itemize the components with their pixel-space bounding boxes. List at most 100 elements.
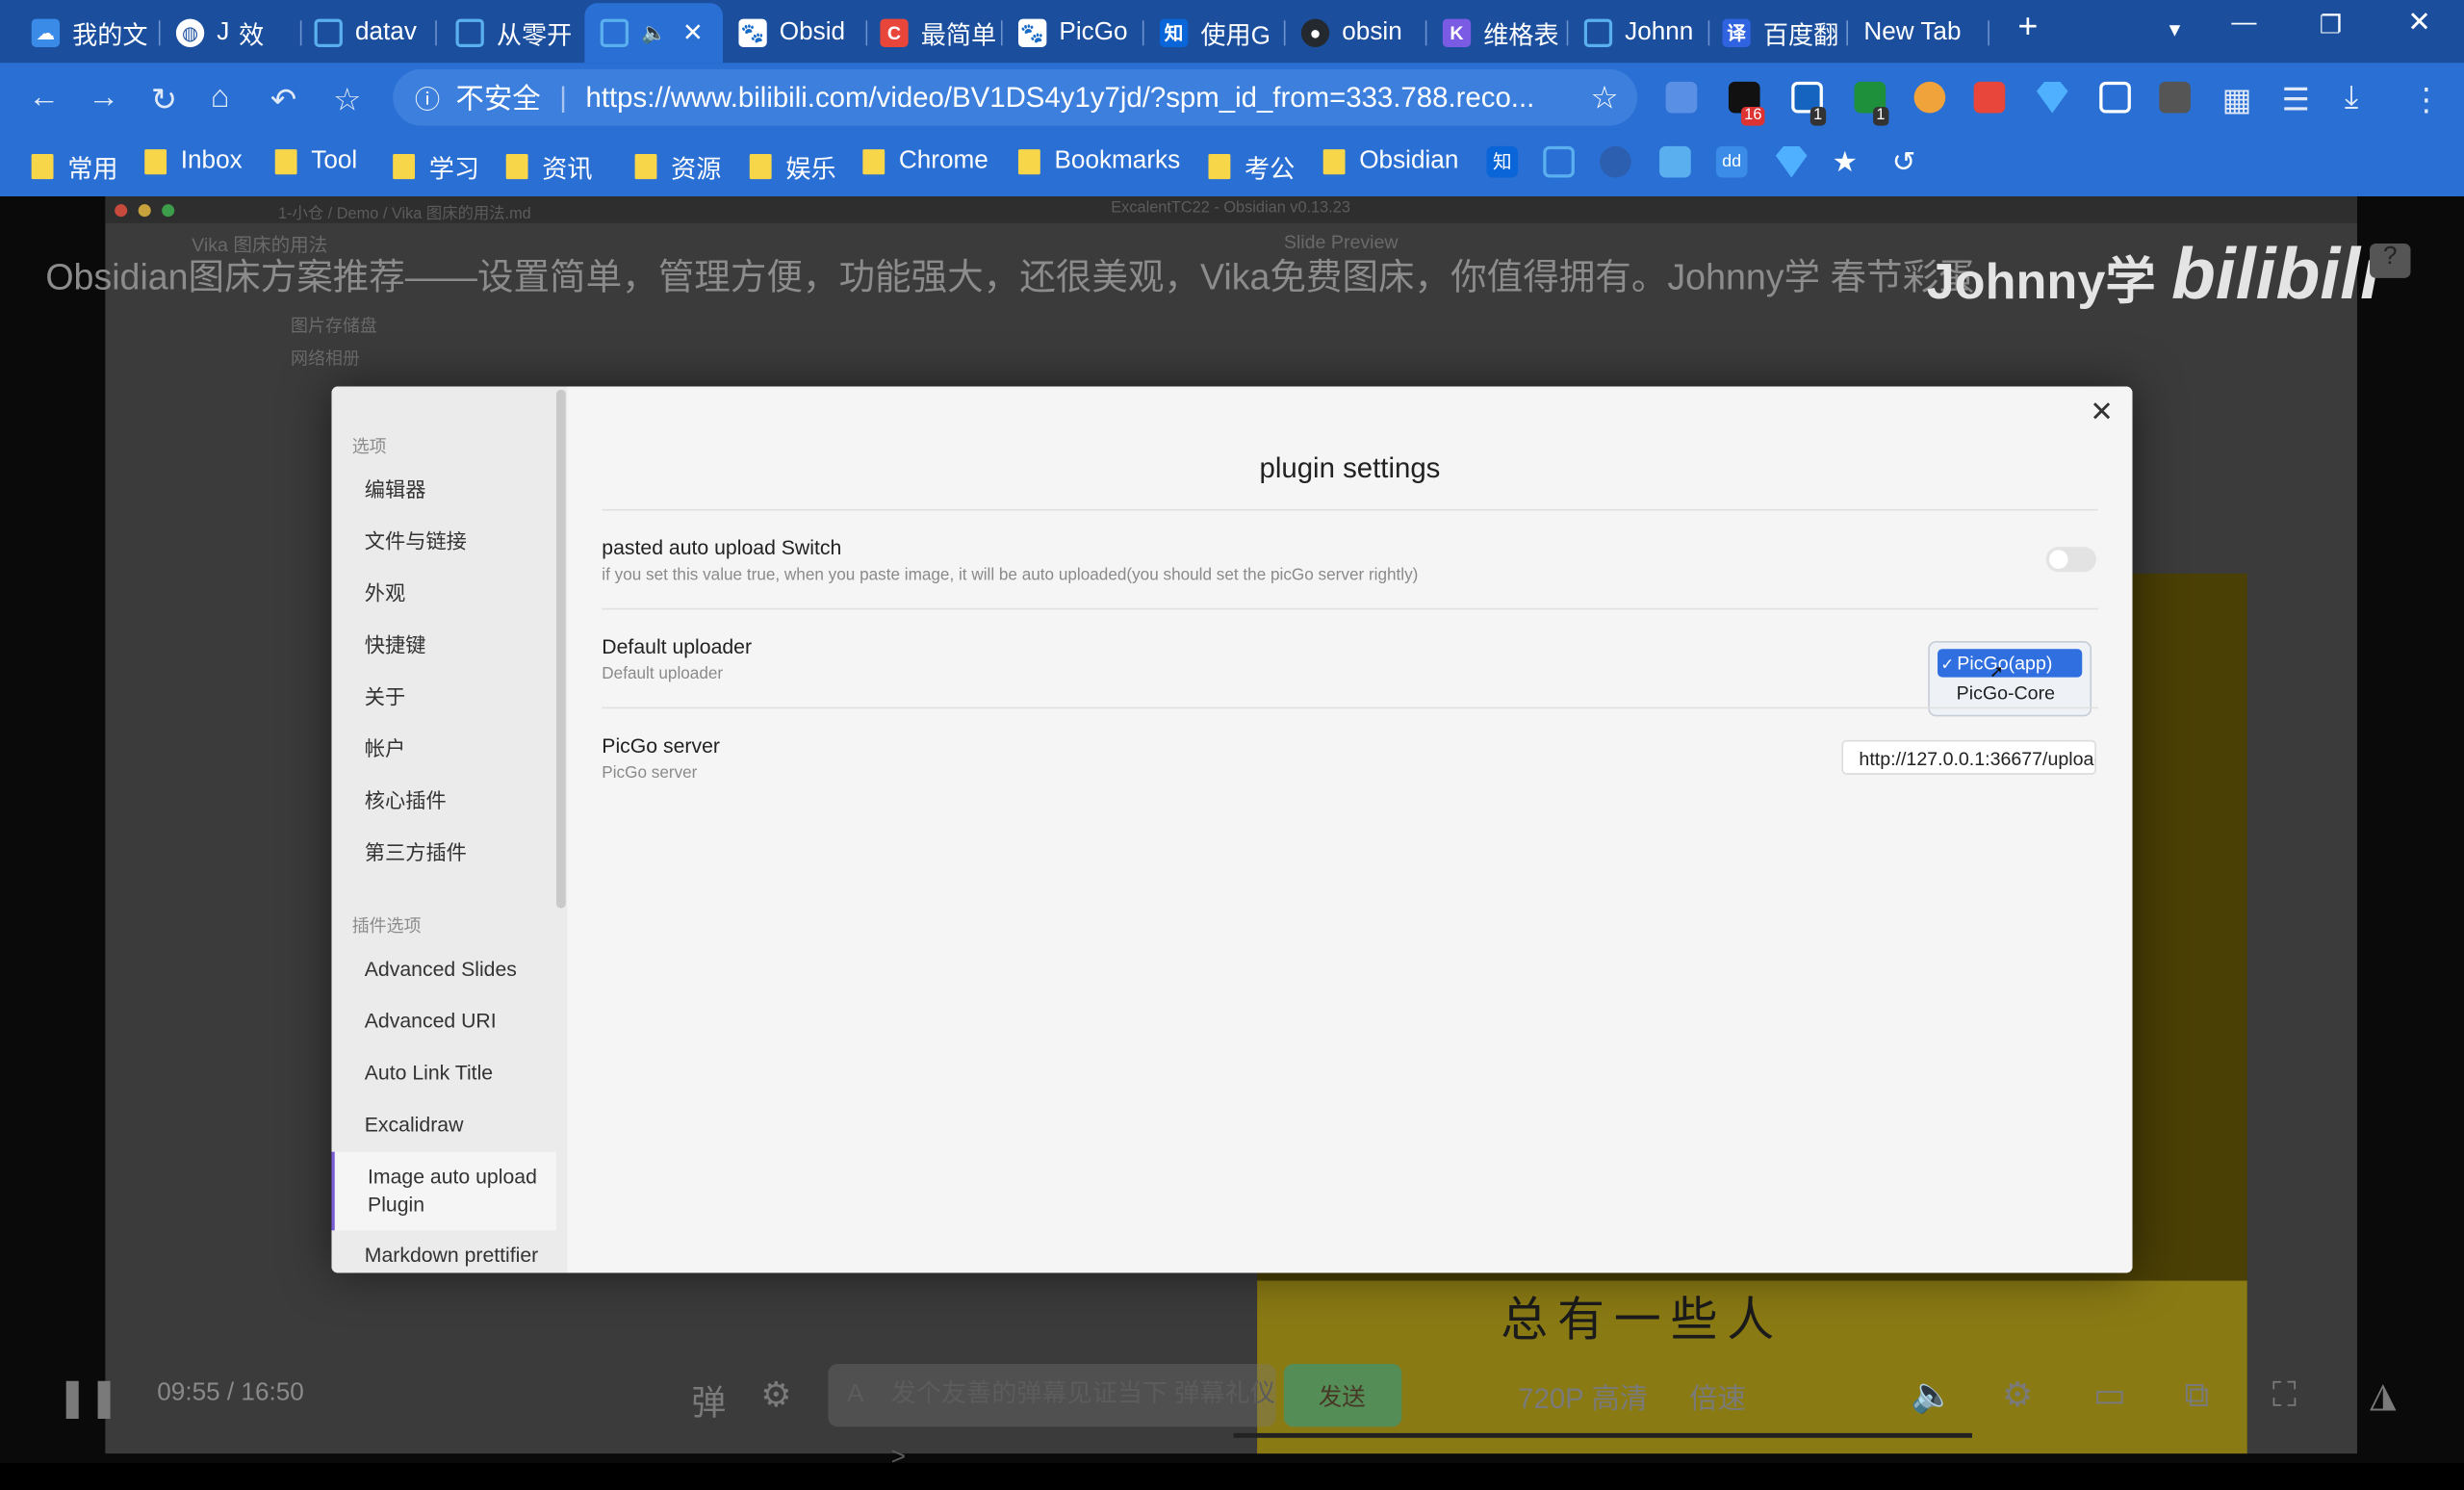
minimize-icon[interactable]: — [2231,10,2256,38]
tab-1[interactable]: ☁ 我的文 [31,7,161,59]
bookmark-folder[interactable]: Chrome [862,147,988,175]
sidebar-item-image-auto-upload[interactable]: Image auto upload Plugin [331,1151,556,1231]
bookmark-folder[interactable]: 娱乐 [749,147,836,185]
settings-gear-icon[interactable]: ⚙ [2002,1374,2033,1415]
bookmark-folder[interactable]: 资源 [634,147,721,185]
security-label[interactable]: 不安全 [455,77,540,117]
sidebar-item-files-links[interactable]: 文件与链接 [365,527,551,555]
send-button[interactable]: 发送 [1283,1364,1402,1427]
bookmark-folder[interactable]: Bookmarks [1017,147,1180,175]
ext-diamond-icon[interactable] [2036,81,2068,114]
forward-icon[interactable]: → [88,80,119,116]
picgo-server-input[interactable]: http://127.0.0.1:36677/upload [1841,739,2096,775]
extensions-grid-icon[interactable] [1665,81,1698,114]
close-icon[interactable]: ✕ [2090,396,2114,428]
sidebar-item-core-plugins[interactable]: 核心插件 [365,787,551,815]
help-icon[interactable]: ? [2370,243,2411,278]
sidebar-item-excalidraw[interactable]: Excalidraw [365,1111,551,1139]
sidebar-item-markdown-prettifier[interactable]: Markdown prettifier [365,1242,551,1270]
sidebar-item-auto-link-title[interactable]: Auto Link Title [365,1059,551,1087]
ext-search-icon[interactable] [2099,81,2131,114]
sidebar-scrollbar[interactable] [555,389,566,909]
dd-bookmark-icon[interactable]: dd [1715,145,1748,178]
new-tab-icon[interactable]: + [2017,7,2038,47]
tab-8[interactable]: 🐾 PicGo [1017,7,1144,59]
bookmark-folder[interactable]: 资讯 [505,147,593,185]
tab-10[interactable]: ● obsin [1300,7,1427,59]
fullscreen-icon[interactable]: ⛶ [2272,1374,2297,1415]
bookmark-folder[interactable]: 常用 [31,147,117,185]
auto-upload-toggle[interactable] [2045,547,2096,573]
widescreen-icon[interactable]: ⧉ [2184,1374,2209,1415]
ext-apps-icon[interactable]: ▦ [2222,80,2252,119]
undo-icon[interactable]: ↶ [270,80,296,119]
zhihu-bookmark-icon[interactable]: 知 [1486,145,1519,178]
bookmark-folder[interactable]: 考公 [1208,147,1295,185]
home-icon[interactable]: ⌂ [211,80,230,116]
danmu-toggle-icon[interactable]: 弹 [691,1374,726,1425]
tab-12[interactable]: Johnn [1583,7,1710,59]
info-icon[interactable]: ⓘ [415,79,440,116]
pip-icon[interactable]: ▭ [2093,1374,2126,1415]
danmu-settings-icon[interactable]: ⚙ [760,1374,791,1415]
back-icon[interactable]: ← [28,80,60,116]
ext-badge-2: 1 [1810,107,1826,126]
tab-3[interactable]: datav [314,7,437,59]
bookmark-folder[interactable]: Tool [274,147,357,175]
favorites-star-icon[interactable]: ☆ [333,80,361,119]
sidebar-item-appearance[interactable]: 外观 [365,579,551,607]
bookmark-folder[interactable]: Inbox [144,147,243,175]
sidebar-item-hotkeys[interactable]: 快捷键 [365,631,551,659]
sidebar-item-about[interactable]: 关于 [365,683,551,711]
dropdown-option[interactable]: PicGo-Core [1957,681,2055,704]
sidebar-item-account[interactable]: 帐户 [365,735,551,763]
sidebar-item-community-plugins[interactable]: 第三方插件 [365,839,551,867]
reload-icon[interactable]: ↻ [151,80,177,119]
bookmark-folder[interactable]: 学习 [393,147,479,185]
volume-icon[interactable]: 🔈 [1911,1374,1954,1415]
progress-bar[interactable] [1233,1432,1972,1438]
download-icon[interactable]: ⤓ [2345,80,2358,116]
close-window-icon[interactable]: ✕ [2407,7,2431,39]
video-player[interactable]: 1-小仓 / Demo / Vika 图床的用法.md ExcalentTC22… [0,196,2464,1471]
bilibili-bookmark-icon[interactable] [1543,145,1575,178]
ext-red-icon[interactable] [1973,81,2006,114]
bookmark-star-icon[interactable]: ☆ [1590,78,1618,117]
url-text[interactable]: https://www.bilibili.com/video/BV1DS4y1y… [585,81,1591,114]
sidebar-item-advanced-uri[interactable]: Advanced URI [365,1007,551,1035]
restore-icon[interactable]: ❐ [2320,10,2342,41]
pause-icon[interactable]: ❚❚ [57,1374,120,1420]
tab-5-active[interactable]: 🔈 ✕ [584,3,724,64]
address-bar[interactable]: ⓘ 不安全 | https://www.bilibili.com/video/B… [393,68,1638,126]
tab-4[interactable]: 从零开 [455,7,578,59]
ext-globe-icon[interactable] [1913,81,1946,114]
tab-2[interactable]: ◍ J 效 [175,7,302,59]
sidebar-item-advanced-slides[interactable]: Advanced Slides [365,956,551,984]
ext-h-icon[interactable] [2159,81,2191,114]
star-bookmark-icon[interactable]: ★ [1833,146,1864,178]
cloud-bookmark-icon[interactable] [1659,145,1691,178]
tab-13[interactable]: 译百度翻 [1722,7,1848,59]
reading-list-icon[interactable]: ☰ [2282,80,2310,119]
bookmark-folder[interactable]: Obsidian [1322,147,1458,175]
danmu-input[interactable]: A 发个友善的弹幕见证当下 弹幕礼仪 > [828,1364,1276,1471]
history-bookmark-icon[interactable]: ↺ [1892,146,1924,178]
tab-close-icon[interactable]: ✕ [682,17,704,49]
tab-6[interactable]: 🐾 Obsid [738,7,868,59]
tab-7[interactable]: C 最简单 [880,7,1003,59]
speed-button[interactable]: 倍速 [1689,1376,1746,1417]
menu-dots-icon[interactable]: ⋮ [2410,80,2442,119]
tab-14[interactable]: New Tab [1863,7,1989,59]
diamond-bookmark-icon[interactable] [1775,145,1808,178]
quality-button[interactable]: 720P 高清 [1518,1376,1648,1417]
translate-icon: 译 [1722,17,1751,47]
address-toolbar: ← → ↻ ⌂ ↶ ☆ ⓘ 不安全 | https://www.bilibili… [0,63,2464,136]
dropdown-option-selected[interactable]: ✓ PicGo(app) [1938,649,2083,678]
default-uploader-dropdown[interactable]: ✓ PicGo(app) PicGo-Core ➚ [1928,641,2092,717]
rss-bookmark-icon[interactable] [1600,145,1631,178]
tab-9[interactable]: 知使用G [1159,7,1286,59]
sidebar-item-editor[interactable]: 编辑器 [365,476,551,504]
tab-11[interactable]: K 维格表 [1442,7,1569,59]
tab-search-chevron-icon[interactable]: ▼ [2166,19,2184,41]
doc-line: 网络相册 [291,349,360,370]
